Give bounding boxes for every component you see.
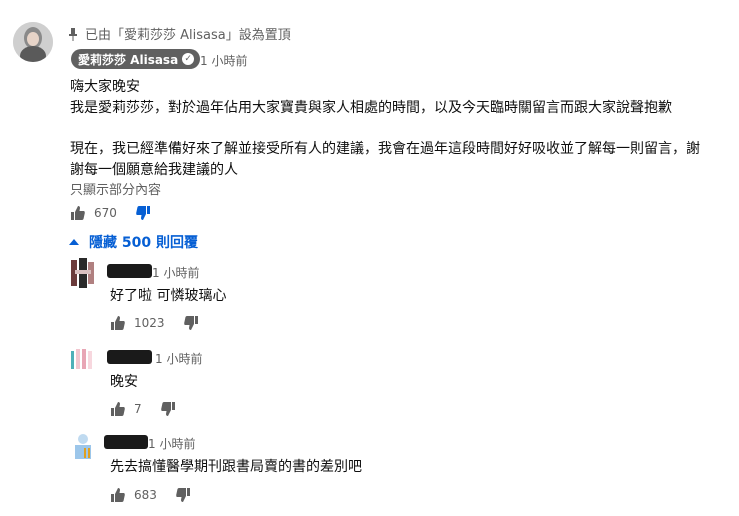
author-name-chip[interactable]: 愛莉莎莎 Alisasa ✓: [71, 49, 201, 69]
reply-text: 好了啦 可憐玻璃心: [110, 288, 227, 304]
pinned-banner: 已由「愛莉莎莎 Alisasa」設為置頂: [67, 24, 291, 43]
thumbs-down-icon[interactable]: [160, 401, 176, 417]
like-count: 7: [134, 402, 142, 416]
reply-avatar[interactable]: [71, 431, 95, 461]
comment-line-2: 我是愛莉莎莎，對於過年佔用大家寶貴與家人相處的時間，以及今天臨時關留言而跟大家說…: [70, 100, 672, 116]
avatar-image: [13, 22, 53, 62]
comment-line-4: 謝每一個願意給我建議的人: [70, 162, 238, 178]
avatar-image: [71, 431, 95, 461]
main-comment-actions: 670: [70, 205, 151, 221]
hide-replies-label: 隱藏 500 則回覆: [89, 235, 198, 251]
thumbs-up-icon[interactable]: [70, 205, 86, 221]
reply-actions: 7: [110, 401, 176, 417]
avatar-image: [71, 258, 95, 288]
redacted-username: [107, 350, 152, 364]
read-more-link[interactable]: 只顯示部分內容: [70, 179, 161, 198]
thumbs-down-icon[interactable]: [175, 487, 191, 503]
hide-replies-button[interactable]: 隱藏 500 則回覆: [69, 232, 198, 252]
check-circle-icon: ✓: [182, 53, 195, 65]
reply-timestamp[interactable]: 1 小時前: [148, 435, 195, 452]
redacted-username: [104, 435, 148, 449]
reply-text: 先去搞懂醫學期刊跟書局賣的書的差別吧: [110, 459, 362, 475]
redacted-username: [107, 264, 152, 278]
reply-text: 晚安: [110, 374, 138, 390]
reply-actions: 683: [110, 487, 191, 503]
comment-line-1: 嗨大家晚安: [70, 79, 140, 95]
thumbs-up-icon[interactable]: [110, 315, 126, 331]
pin-icon: [69, 27, 77, 41]
like-count: 1023: [134, 316, 165, 330]
pinned-text: 已由「愛莉莎莎 Alisasa」設為置頂: [85, 28, 291, 43]
reply-actions: 1023: [110, 315, 199, 331]
author-avatar[interactable]: [13, 22, 53, 62]
avatar-image: [71, 345, 95, 375]
reply-timestamp[interactable]: 1 小時前: [152, 264, 199, 281]
thumbs-up-icon[interactable]: [110, 401, 126, 417]
reply-avatar[interactable]: [71, 345, 95, 375]
thumbs-down-icon[interactable]: [183, 315, 199, 331]
like-count: 683: [134, 488, 157, 502]
author-name: 愛莉莎莎 Alisasa: [78, 52, 179, 67]
comment-timestamp[interactable]: 1 小時前: [200, 52, 247, 69]
comment-line-3: 現在，我已經準備好來了解並接受所有人的建議，我會在過年這段時間好好吸收並了解每一…: [70, 141, 700, 157]
chevron-up-icon: [69, 239, 79, 245]
like-count: 670: [94, 206, 117, 220]
thumbs-down-icon[interactable]: [135, 205, 151, 221]
reply-avatar[interactable]: [71, 258, 95, 288]
thumbs-up-icon[interactable]: [110, 487, 126, 503]
reply-timestamp[interactable]: 1 小時前: [155, 350, 202, 367]
